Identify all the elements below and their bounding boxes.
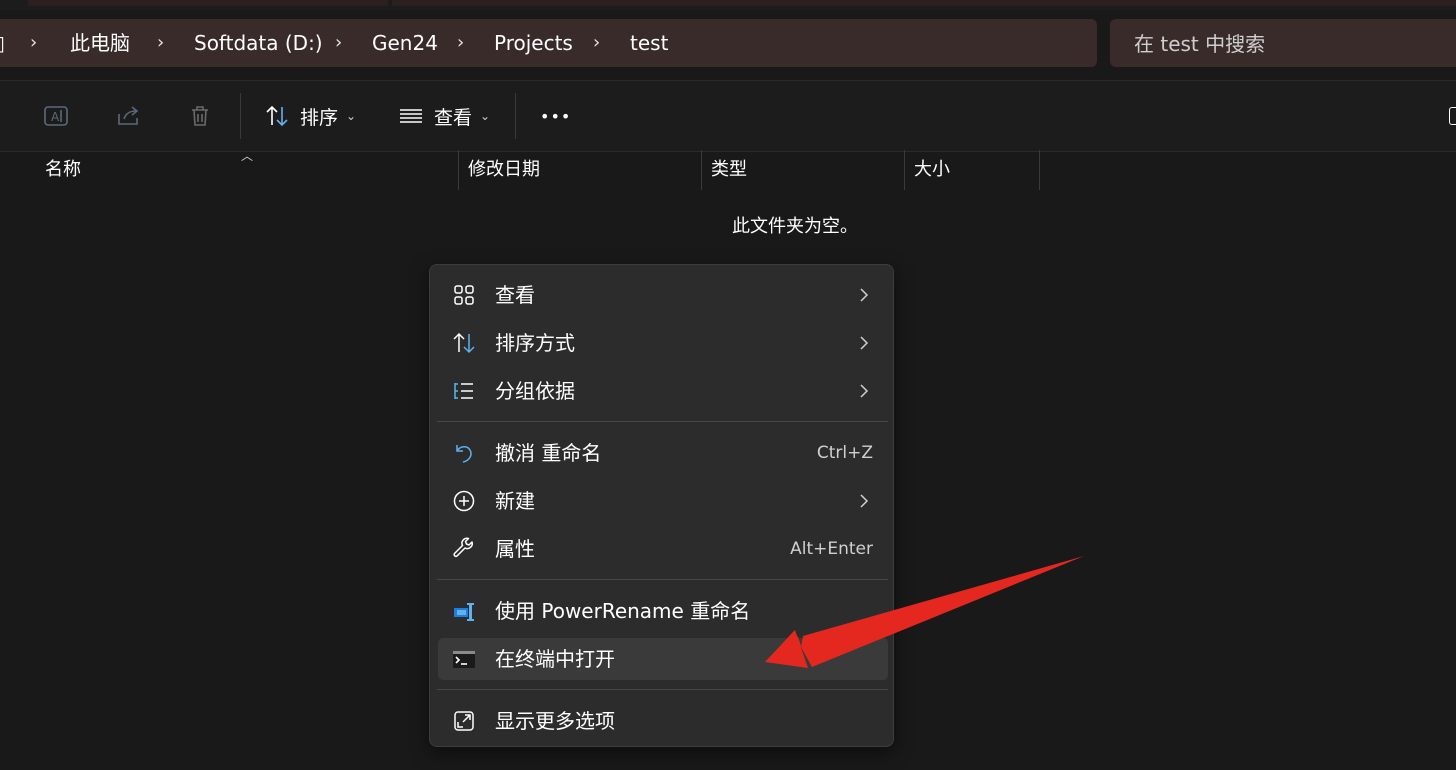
title-strip bbox=[0, 0, 1456, 10]
plus-circle-icon bbox=[453, 490, 475, 512]
command-bar: A 排序 ⌄ 查看 ⌄ ••• bbox=[0, 80, 1456, 152]
menu-item-label: 分组依据 bbox=[495, 379, 575, 403]
chevron-right-icon[interactable]: › bbox=[335, 19, 342, 67]
menu-separator bbox=[437, 579, 888, 580]
menu-item-label: 排序方式 bbox=[495, 331, 575, 355]
menu-item-label: 属性 bbox=[495, 537, 535, 561]
chevron-right-icon bbox=[860, 288, 869, 302]
chevron-right-icon bbox=[860, 384, 869, 398]
menu-item-open-in-terminal[interactable]: 在终端中打开 bbox=[438, 638, 888, 680]
breadcrumb-gen24[interactable]: Gen24 bbox=[372, 19, 438, 67]
expand-open-icon bbox=[454, 711, 474, 731]
chevron-right-icon[interactable]: › bbox=[593, 19, 600, 67]
chevron-down-icon: ⌄ bbox=[480, 109, 491, 123]
sort-arrows-icon bbox=[453, 332, 475, 354]
menu-item-shortcut: Ctrl+Z bbox=[816, 443, 873, 463]
rename-button[interactable]: A bbox=[42, 99, 70, 133]
chevron-down-icon: ⌄ bbox=[346, 109, 357, 123]
menu-item-group-by[interactable]: 分组依据 bbox=[438, 370, 888, 412]
share-button[interactable] bbox=[114, 99, 142, 133]
menu-item-label: 新建 bbox=[495, 489, 535, 513]
tab-strip-right bbox=[392, 0, 1456, 6]
menu-item-label: 显示更多选项 bbox=[495, 709, 615, 733]
menu-item-label: 查看 bbox=[495, 283, 535, 307]
menu-item-view[interactable]: 查看 bbox=[438, 274, 888, 316]
menu-item-properties[interactable]: 属性 Alt+Enter bbox=[438, 528, 888, 570]
empty-folder-message: 此文件夹为空。 bbox=[732, 216, 858, 237]
chevron-right-icon[interactable]: › bbox=[457, 19, 464, 67]
chevron-right-icon bbox=[860, 336, 869, 350]
group-list-icon bbox=[454, 383, 473, 399]
search-box[interactable] bbox=[1110, 19, 1456, 69]
toolbar-separator bbox=[240, 93, 241, 139]
view-lines-icon bbox=[400, 109, 422, 123]
chevron-right-icon[interactable]: › bbox=[30, 19, 37, 67]
grid-icon bbox=[454, 285, 474, 305]
context-menu: 查看 排序方式 分组依据 撤消 重命名 Ctrl+Z 新建 属性 Alt+Ent… bbox=[429, 264, 894, 747]
menu-item-undo-rename[interactable]: 撤消 重命名 Ctrl+Z bbox=[438, 432, 888, 474]
column-type[interactable]: 类型 bbox=[711, 150, 747, 190]
view-label: 查看 bbox=[434, 106, 473, 129]
column-divider[interactable] bbox=[458, 150, 459, 190]
powerrename-icon bbox=[454, 603, 474, 621]
column-modified[interactable]: 修改日期 bbox=[468, 150, 540, 190]
menu-item-new[interactable]: 新建 bbox=[438, 480, 888, 522]
menu-item-show-more-options[interactable]: 显示更多选项 bbox=[438, 700, 888, 742]
breadcrumb-test[interactable]: test bbox=[630, 19, 668, 67]
tab-strip-left bbox=[28, 0, 388, 6]
wrench-icon bbox=[453, 537, 473, 558]
breadcrumb-projects[interactable]: Projects bbox=[494, 19, 573, 67]
column-divider[interactable] bbox=[904, 150, 905, 190]
sort-arrows-icon bbox=[266, 105, 288, 127]
column-header: 名称 修改日期 类型 大小 bbox=[0, 150, 1456, 190]
undo-icon bbox=[456, 445, 472, 463]
address-bar[interactable]: ▯ › 此电脑 › Softdata (D:) › Gen24 › Projec… bbox=[0, 19, 1097, 67]
menu-item-powerrename[interactable]: 使用 PowerRename 重命名 bbox=[438, 590, 888, 632]
breadcrumb-root-edge: ▯ bbox=[0, 19, 5, 67]
breadcrumb-softdata[interactable]: Softdata (D:) bbox=[194, 19, 323, 67]
more-options-button[interactable]: ••• bbox=[540, 99, 571, 133]
delete-button[interactable] bbox=[186, 99, 214, 133]
svg-text:A: A bbox=[51, 110, 60, 124]
chevron-right-icon[interactable]: › bbox=[157, 19, 164, 67]
menu-separator bbox=[437, 689, 888, 690]
chevron-right-icon bbox=[860, 494, 869, 508]
column-size[interactable]: 大小 bbox=[914, 150, 950, 190]
trash-icon bbox=[192, 106, 208, 126]
toolbar-separator bbox=[515, 93, 516, 139]
breadcrumb-this-pc[interactable]: 此电脑 bbox=[70, 19, 130, 67]
menu-item-shortcut: Alt+Enter bbox=[790, 539, 873, 559]
column-divider[interactable] bbox=[701, 150, 702, 190]
share-icon bbox=[118, 106, 139, 125]
rename-icon: A bbox=[44, 106, 68, 126]
details-pane-icon[interactable] bbox=[1449, 107, 1456, 125]
menu-item-label: 撤消 重命名 bbox=[495, 441, 602, 465]
more-dots-icon: ••• bbox=[540, 106, 572, 126]
menu-item-label: 在终端中打开 bbox=[495, 647, 615, 671]
view-button[interactable]: 查看 ⌄ bbox=[398, 99, 490, 133]
menu-item-label: 使用 PowerRename 重命名 bbox=[495, 599, 751, 623]
menu-item-sort-by[interactable]: 排序方式 bbox=[438, 322, 888, 364]
search-input[interactable] bbox=[1132, 19, 1436, 69]
sort-label: 排序 bbox=[300, 106, 339, 129]
sort-button[interactable]: 排序 ⌄ bbox=[264, 99, 356, 133]
terminal-icon bbox=[453, 651, 475, 668]
menu-separator bbox=[437, 421, 888, 422]
column-name[interactable]: 名称 bbox=[45, 150, 81, 190]
column-divider[interactable] bbox=[1039, 150, 1040, 190]
